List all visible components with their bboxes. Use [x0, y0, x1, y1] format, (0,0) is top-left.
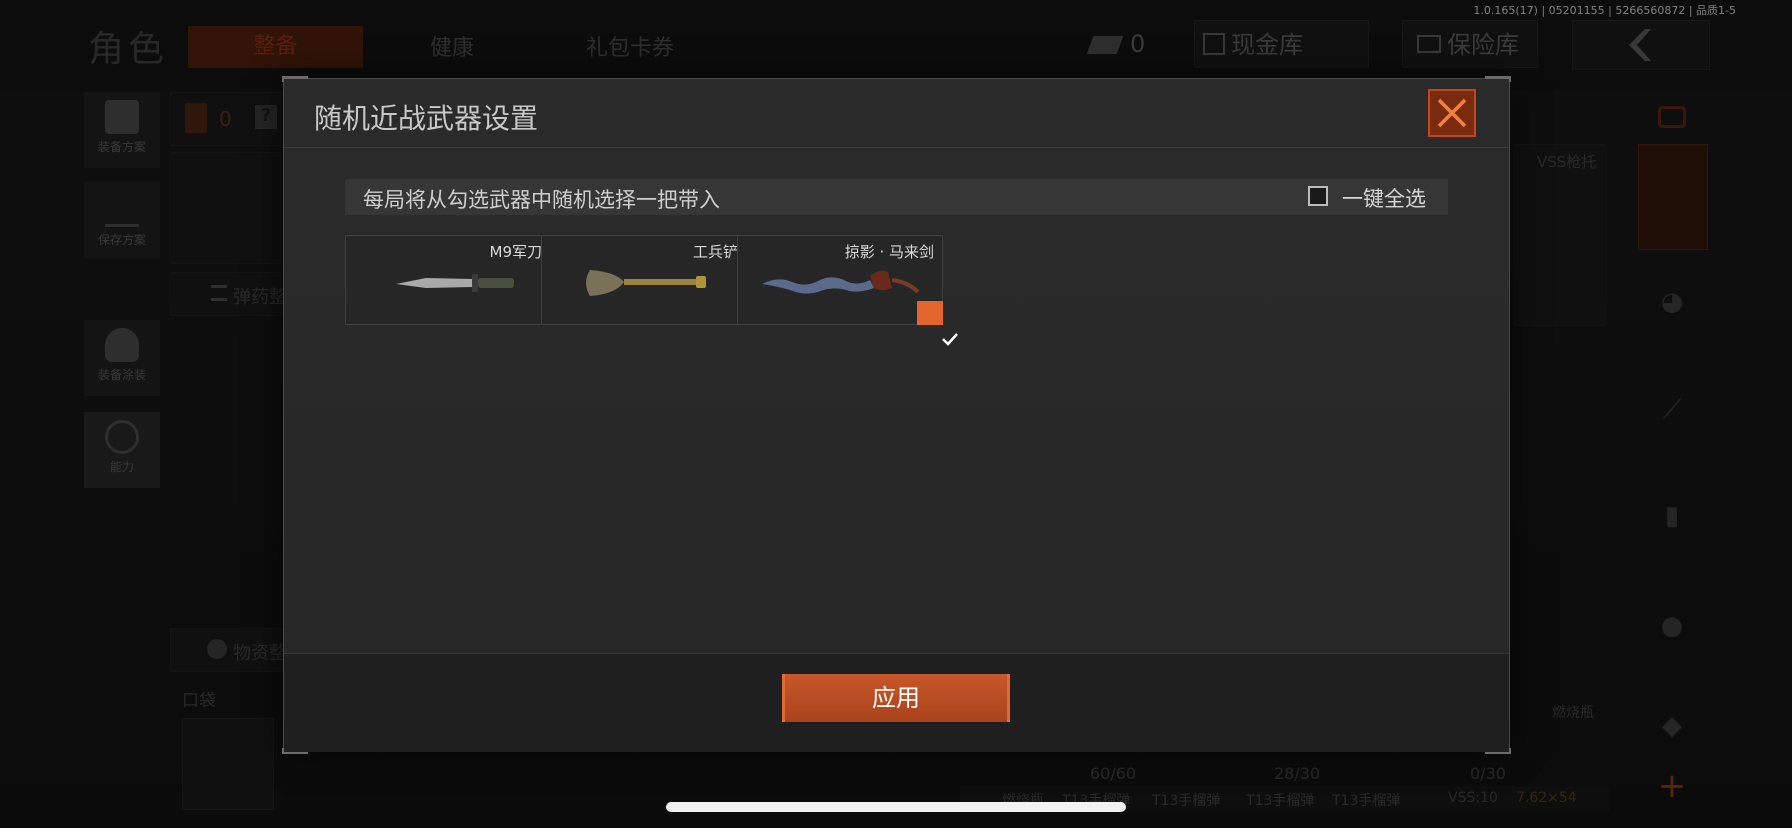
weapon-card-shovel[interactable]: 工兵铲 — [541, 235, 747, 325]
weapon-name: 掠影 · 马来剑 — [844, 243, 934, 261]
kris-sword-icon — [762, 270, 920, 294]
checkmark-icon — [942, 333, 958, 346]
weapon-name: M9军刀 — [489, 243, 543, 261]
weapon-name: 工兵铲 — [692, 243, 738, 261]
weapon-card-kris[interactable]: 掠影 · 马来剑 — [737, 235, 958, 346]
close-icon — [1437, 98, 1467, 128]
weapon-check-badge[interactable] — [917, 301, 958, 346]
dialog-footer: 应用 — [284, 653, 1509, 752]
combat-knife-icon — [396, 274, 514, 292]
apply-button[interactable]: 应用 — [782, 674, 1010, 722]
close-button[interactable] — [1428, 89, 1476, 137]
hint-bar: 每局将从勾选武器中随机选择一把带入 一键全选 — [345, 179, 1448, 215]
dialog-title: 随机近战武器设置 — [314, 102, 539, 135]
home-indicator[interactable] — [666, 802, 1126, 812]
random-melee-dialog: 随机近战武器设置 每局将从勾选武器中随机选择一把带入 一键全选 M9军刀 工兵铲 — [282, 76, 1511, 754]
shovel-icon — [586, 270, 706, 296]
checkbox-box[interactable] — [1308, 186, 1328, 206]
select-all-label: 一键全选 — [1342, 187, 1426, 211]
hint-text: 每局将从勾选武器中随机选择一把带入 — [363, 188, 720, 212]
weapon-card-m9[interactable]: M9军刀 — [345, 235, 551, 325]
dialog-header: 随机近战武器设置 — [284, 79, 1509, 148]
